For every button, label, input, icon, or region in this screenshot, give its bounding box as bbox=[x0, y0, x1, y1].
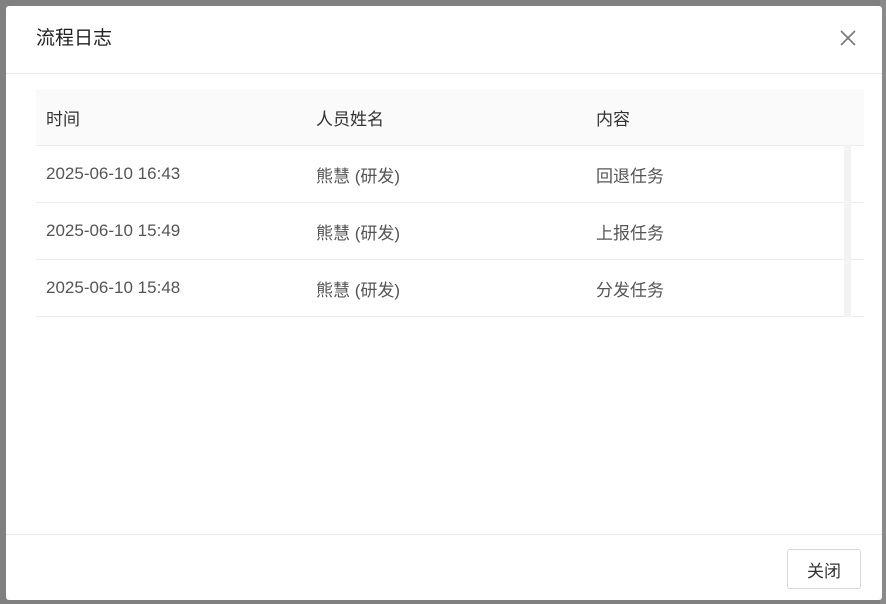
close-icon[interactable] bbox=[840, 30, 856, 46]
process-log-dialog: 流程日志 时间 人员姓名 内容 2025-06-10 16:43 熊慧 (研发) bbox=[6, 6, 882, 600]
table-scrollbar[interactable] bbox=[844, 145, 851, 317]
cell-content: 分发任务 bbox=[586, 259, 864, 317]
cell-content: 回退任务 bbox=[586, 145, 864, 203]
cell-person: 熊慧 (研发) bbox=[306, 145, 586, 203]
cell-time: 2025-06-10 15:49 bbox=[36, 202, 306, 260]
table-header-row: 时间 人员姓名 内容 bbox=[36, 89, 864, 146]
cell-time: 2025-06-10 15:48 bbox=[36, 259, 306, 317]
column-header-content: 内容 bbox=[586, 89, 864, 146]
cell-person: 熊慧 (研发) bbox=[306, 259, 586, 317]
log-table-container: 时间 人员姓名 内容 2025-06-10 16:43 熊慧 (研发) 回退任务… bbox=[36, 89, 864, 317]
dialog-footer: 关闭 bbox=[6, 534, 882, 600]
column-header-person: 人员姓名 bbox=[306, 89, 586, 146]
cell-person: 熊慧 (研发) bbox=[306, 202, 586, 260]
cell-content: 上报任务 bbox=[586, 202, 864, 260]
table-row: 2025-06-10 15:48 熊慧 (研发) 分发任务 bbox=[36, 259, 864, 317]
dialog-header: 流程日志 bbox=[6, 6, 882, 74]
column-header-time: 时间 bbox=[36, 89, 306, 146]
table-row: 2025-06-10 16:43 熊慧 (研发) 回退任务 bbox=[36, 145, 864, 203]
cell-time: 2025-06-10 16:43 bbox=[36, 145, 306, 203]
table-header-gutter bbox=[844, 89, 851, 145]
close-button[interactable]: 关闭 bbox=[787, 549, 861, 589]
table-row: 2025-06-10 15:49 熊慧 (研发) 上报任务 bbox=[36, 202, 864, 260]
dialog-title: 流程日志 bbox=[36, 28, 113, 49]
log-table: 时间 人员姓名 内容 2025-06-10 16:43 熊慧 (研发) 回退任务… bbox=[36, 89, 864, 317]
